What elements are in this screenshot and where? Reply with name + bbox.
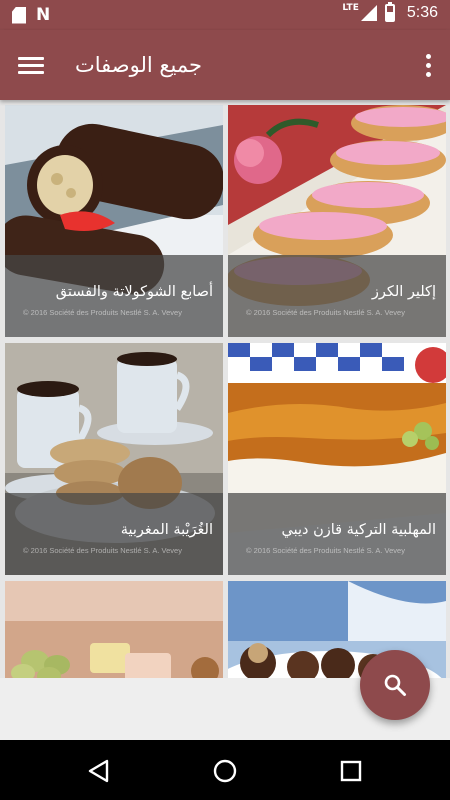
app-bar: جميع الوصفات	[0, 30, 450, 100]
recents-icon[interactable]	[338, 758, 364, 784]
recipe-card[interactable]: المهلبية التركية قازن ديبي © 2016 Sociét…	[228, 343, 446, 575]
back-icon[interactable]	[86, 758, 112, 784]
search-icon	[384, 674, 406, 696]
photo-credit: © 2016 Société des Produits Nestlé S. A.…	[246, 308, 405, 317]
recipe-title: أصابع الشوكولاتة والفستق	[55, 284, 213, 300]
recipe-title: المهلبية التركية قازن ديبي	[281, 522, 437, 538]
photo-credit: © 2016 Société des Produits Nestlé S. A.…	[23, 308, 182, 317]
screen: N LTE 5:36 جميع الوصفات إكلير الكرز © 20…	[0, 0, 450, 800]
network-type: LTE	[342, 3, 359, 13]
hamburger-menu-icon[interactable]	[18, 50, 48, 80]
battery-icon	[384, 2, 395, 22]
recipe-grid: إكلير الكرز © 2016 Société des Produits …	[0, 100, 450, 678]
sd-card-icon	[12, 6, 26, 24]
n-icon: N	[36, 5, 51, 25]
search-button[interactable]	[360, 650, 430, 720]
photo-credit: © 2016 Société des Produits Nestlé S. A.…	[246, 546, 405, 555]
status-right-icons: LTE 5:36	[342, 2, 438, 22]
recipe-card[interactable]: أصابع الشوكولاتة والفستق © 2016 Société …	[5, 105, 223, 337]
signal-icon	[360, 5, 377, 21]
photo-credit: © 2016 Société des Produits Nestlé S. A.…	[23, 546, 182, 555]
recipe-photo-turkish-delight	[5, 581, 223, 678]
navigation-bar	[0, 740, 450, 800]
recipe-card[interactable]: الغُرَيْبة المغربية © 2016 Société des P…	[5, 343, 223, 575]
recipe-card[interactable]	[5, 581, 223, 678]
recipe-card[interactable]: إكلير الكرز © 2016 Société des Produits …	[228, 105, 446, 337]
status-bar: N LTE 5:36	[0, 0, 450, 30]
status-left-icons: N	[12, 6, 50, 24]
more-vert-icon[interactable]	[420, 50, 436, 80]
recipe-title: الغُرَيْبة المغربية	[120, 522, 213, 538]
home-icon[interactable]	[212, 758, 238, 784]
status-time: 5:36	[406, 4, 438, 21]
recipe-title: إكلير الكرز	[371, 284, 436, 300]
page-title: جميع الوصفات	[75, 53, 203, 77]
battery-level	[386, 11, 393, 20]
